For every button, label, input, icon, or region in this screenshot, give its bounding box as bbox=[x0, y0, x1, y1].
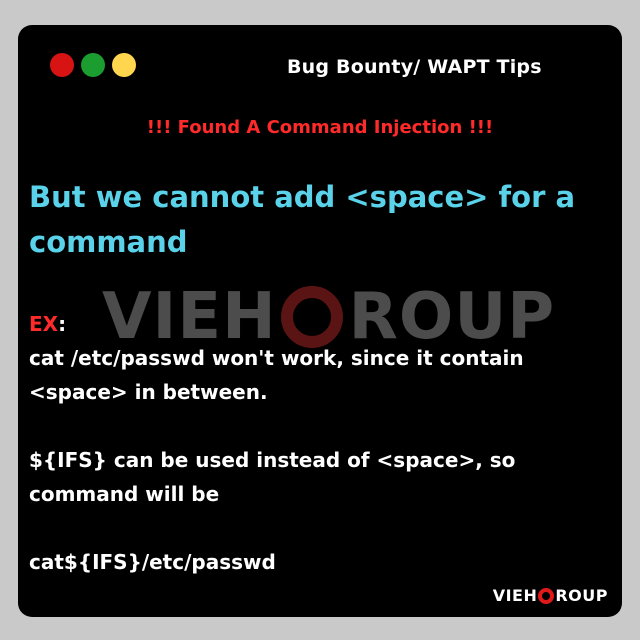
brand-logo: VIEH ROUP bbox=[493, 586, 608, 605]
body-line-1: cat /etc/passwd won't work, since it con… bbox=[29, 346, 524, 370]
example-label: EX bbox=[29, 312, 59, 336]
body-line-2: <space> in between. bbox=[29, 380, 268, 404]
command-example: cat${IFS}/etc/passwd bbox=[29, 550, 276, 574]
tip-card-window: Bug Bounty/ WAPT Tips !!! Found A Comman… bbox=[18, 25, 622, 617]
logo-text-left: VIEH bbox=[492, 586, 538, 605]
minimize-dot-icon bbox=[112, 53, 136, 77]
maximize-dot-icon bbox=[81, 53, 105, 77]
alert-heading: !!! Found A Command Injection !!! bbox=[146, 117, 494, 138]
logo-text-right: ROUP bbox=[555, 586, 608, 605]
example-colon: : bbox=[58, 312, 67, 336]
close-dot-icon bbox=[50, 53, 74, 77]
page-title: Bug Bounty/ WAPT Tips bbox=[287, 56, 542, 78]
body-line-3: ${IFS} can be used instead of <space>, s… bbox=[29, 448, 516, 472]
tip-body: EX: cat /etc/passwd won't work, since it… bbox=[29, 307, 614, 579]
headline: But we cannot add <space> for a command bbox=[29, 180, 576, 259]
body-line-4: command will be bbox=[29, 482, 220, 506]
g-ring-logo-icon bbox=[538, 587, 555, 604]
example-heading: EX: bbox=[29, 307, 614, 341]
